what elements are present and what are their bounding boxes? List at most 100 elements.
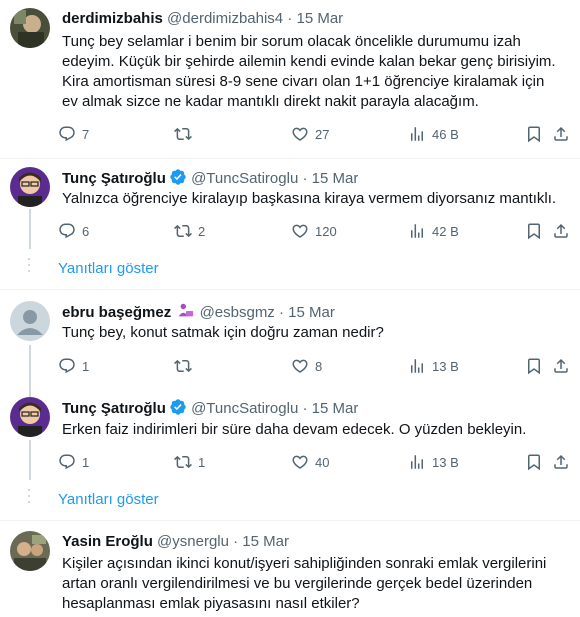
views-button[interactable]: 42 B <box>408 221 459 241</box>
avatar[interactable] <box>10 167 50 207</box>
verified-badge-icon[interactable] <box>169 168 187 186</box>
show-replies-link[interactable]: Yanıtları göster <box>58 491 159 508</box>
like-count: 8 <box>315 358 323 374</box>
reply-count: 7 <box>82 126 90 142</box>
display-name[interactable]: Tunç Şatıroğlu <box>62 400 166 417</box>
tweet-header: Yasin Eroğlu @ysnerglu · 15 Mar <box>62 532 289 552</box>
handle[interactable]: @ysnerglu <box>157 533 229 550</box>
share-button[interactable] <box>552 452 570 472</box>
views-count: 46 B <box>432 126 459 142</box>
reply-icon <box>58 453 76 471</box>
reply-count: 1 <box>82 454 90 470</box>
share-button[interactable] <box>552 356 570 376</box>
avatar[interactable] <box>10 301 50 341</box>
views-icon <box>408 125 426 143</box>
retweet-count: 1 <box>198 454 206 470</box>
reply-count: 1 <box>82 358 90 374</box>
views-count: 13 B <box>432 454 459 470</box>
like-icon <box>291 357 309 375</box>
action-bar: 1 1 40 13 B <box>58 452 568 472</box>
like-button[interactable]: 120 <box>291 221 337 241</box>
views-icon <box>408 222 426 240</box>
bookmark-button[interactable] <box>525 124 543 144</box>
retweet-button[interactable] <box>174 356 198 376</box>
like-count: 40 <box>315 454 330 470</box>
display-name[interactable]: derdimizbahis <box>62 10 163 27</box>
reply-icon <box>58 222 76 240</box>
retweet-button[interactable]: 2 <box>174 221 205 241</box>
retweet-icon <box>174 357 192 375</box>
avatar[interactable] <box>10 531 50 571</box>
tweet[interactable]: Yasin Eroğlu @ysnerglu · 15 Mar Kişiler … <box>0 521 580 617</box>
tweet-text: Kişiler açısından ikinci konut/işyeri sa… <box>62 555 547 612</box>
retweet-button[interactable]: 1 <box>174 452 205 472</box>
reply-icon <box>58 125 76 143</box>
bookmark-button[interactable] <box>525 221 543 241</box>
tweet[interactable]: ebru başeğmez @esbsgmz · 15 Mar Tunç bey… <box>0 290 580 388</box>
bookmark-button[interactable] <box>525 452 543 472</box>
tweet-text: Yalnızca öğrenciye kiralayıp başkasına k… <box>62 190 557 207</box>
timestamp[interactable]: · 15 Mar <box>302 400 358 417</box>
timestamp[interactable]: · 15 Mar <box>279 304 335 321</box>
like-icon <box>291 125 309 143</box>
views-icon <box>408 357 426 375</box>
timestamp[interactable]: · 15 Mar <box>233 533 289 550</box>
tweet[interactable]: derdimizbahis @derdimizbahis4 · 15 Mar T… <box>0 0 580 158</box>
action-bar: 7 27 46 B <box>58 124 568 144</box>
views-button[interactable]: 13 B <box>408 356 459 376</box>
reply-icon <box>58 357 76 375</box>
avatar[interactable] <box>10 397 50 437</box>
reply-button[interactable]: 1 <box>58 356 89 376</box>
share-icon <box>552 222 570 240</box>
show-replies-link[interactable]: Yanıtları göster <box>58 260 159 277</box>
tweet[interactable]: Tunç Şatıroğlu @TuncSatiroglu · 15 Mar Y… <box>0 159 580 249</box>
retweet-button[interactable] <box>174 124 198 144</box>
tweet-text: Tunç bey selamlar i benim bir sorum olac… <box>62 33 556 110</box>
like-button[interactable]: 8 <box>291 356 322 376</box>
display-name[interactable]: ebru başeğmez <box>62 304 171 321</box>
timestamp[interactable]: · 15 Mar <box>287 10 343 27</box>
display-name[interactable]: Yasin Eroğlu <box>62 533 153 550</box>
tweet[interactable]: Tunç Şatıroğlu @TuncSatiroglu · 15 Mar E… <box>0 388 580 480</box>
tweet-header: ebru başeğmez @esbsgmz · 15 Mar <box>62 302 335 323</box>
bookmark-icon <box>525 357 543 375</box>
retweet-icon <box>174 222 192 240</box>
tweet-header: Tunç Şatıroğlu @TuncSatiroglu · 15 Mar <box>62 168 358 189</box>
like-button[interactable]: 27 <box>291 124 329 144</box>
like-icon <box>291 222 309 240</box>
handle[interactable]: @esbsgmz <box>200 304 275 321</box>
retweet-icon <box>174 453 192 471</box>
like-button[interactable]: 40 <box>291 452 329 472</box>
reply-button[interactable]: 7 <box>58 124 89 144</box>
reply-button[interactable]: 6 <box>58 221 89 241</box>
handle[interactable]: @derdimizbahis4 <box>167 10 283 27</box>
views-icon <box>408 453 426 471</box>
share-icon <box>552 453 570 471</box>
bookmark-icon <box>525 222 543 240</box>
timestamp[interactable]: · 15 Mar <box>302 170 358 187</box>
avatar[interactable] <box>10 8 50 48</box>
display-name[interactable]: Tunç Şatıroğlu <box>62 170 166 187</box>
views-button[interactable]: 46 B <box>408 124 459 144</box>
action-bar: 1 8 13 B <box>58 356 568 376</box>
like-count: 27 <box>315 126 330 142</box>
verified-badge-icon[interactable] <box>169 398 187 416</box>
bookmark-icon <box>525 453 543 471</box>
share-button[interactable] <box>552 221 570 241</box>
tweet-header: Tunç Şatıroğlu @TuncSatiroglu · 15 Mar <box>62 398 358 419</box>
bookmark-button[interactable] <box>525 356 543 376</box>
handle[interactable]: @TuncSatiroglu <box>191 400 298 417</box>
reply-count: 6 <box>82 223 90 239</box>
views-button[interactable]: 13 B <box>408 452 459 472</box>
handle[interactable]: @TuncSatiroglu <box>191 170 298 187</box>
retweet-icon <box>174 125 192 143</box>
reply-button[interactable]: 1 <box>58 452 89 472</box>
tweet-header: derdimizbahis @derdimizbahis4 · 15 Mar <box>62 9 343 29</box>
share-button[interactable] <box>552 124 570 144</box>
share-icon <box>552 125 570 143</box>
views-count: 42 B <box>432 223 459 239</box>
woman-technologist-emoji <box>179 303 194 317</box>
thread-dots <box>28 258 30 272</box>
tweet-text: Erken faiz indirimleri bir süre daha dev… <box>62 421 527 438</box>
action-bar: 6 2 120 42 B <box>58 221 568 241</box>
